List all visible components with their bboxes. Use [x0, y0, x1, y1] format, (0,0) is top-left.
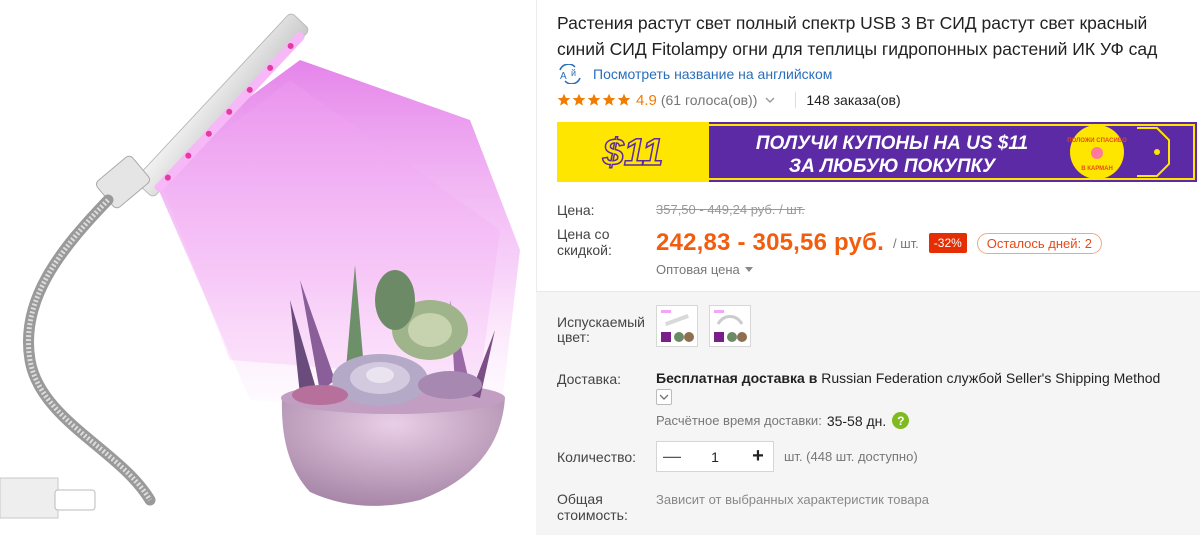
chevron-down-icon [659, 394, 669, 400]
shipping-destination[interactable]: Russian Federation [821, 370, 942, 386]
discount-badge: -32% [928, 233, 967, 253]
chevron-down-icon[interactable] [765, 95, 775, 105]
delivery-time-value: 35-58 дн. [826, 412, 887, 429]
product-info-panel: Растения растут свет полный спектр USB 3… [536, 0, 1200, 535]
total-label-1: Общая [557, 491, 603, 507]
discount-price: 242,83 - 305,56 руб. [656, 229, 884, 256]
translate-title-link[interactable]: Посмотреть название на английском [593, 66, 832, 82]
quantity-input[interactable] [687, 442, 743, 471]
coupon-line2: ЗА ЛЮБУЮ ПОКУПКУ [789, 156, 997, 177]
discount-price-label-2: скидкой: [557, 242, 612, 258]
discount-price-label-1: Цена со [557, 226, 610, 242]
rating-votes-link[interactable]: (61 голоса(ов)) [661, 92, 758, 108]
star-icon [602, 93, 616, 106]
color-swatch-1[interactable] [656, 305, 698, 347]
free-shipping-text: Бесплатная доставка в [656, 370, 818, 386]
coupon-badge-top: ПОЛОЖИ СПАСИБО [1067, 138, 1127, 144]
coupon-banner[interactable]: $11 ПОЛУЧИ КУПОНЫ НА US $11 ЗА ЛЮБУЮ ПОК… [557, 122, 1197, 182]
wholesale-price-toggle[interactable]: Оптовая цена [656, 262, 753, 277]
shipping-label: Доставка: [557, 371, 622, 387]
shipping-method[interactable]: Seller's Shipping Method [1006, 370, 1160, 386]
total-label-2: стоимость: [557, 507, 628, 523]
quantity-increase-button[interactable]: + [743, 442, 773, 471]
translate-row: A й Посмотреть название на английском [557, 64, 832, 84]
total-cost-note: Зависит от выбранных характеристик товар… [656, 492, 929, 507]
rating-separator [795, 92, 797, 108]
grow-light-illustration [0, 13, 520, 519]
coupon-line1: ПОЛУЧИ КУПОНЫ НА US $11 [756, 133, 1028, 154]
rating-score: 4.9 [636, 91, 657, 109]
coupon-badge-bottom: В КАРМАН [1081, 166, 1113, 172]
color-swatch-2[interactable] [709, 305, 751, 347]
rating-row: 4.9 (61 голоса(ов)) 148 заказа(ов) [557, 89, 901, 111]
price-label: Цена: [557, 202, 595, 218]
star-icon [587, 93, 601, 106]
delivery-time-label: Расчётное время доставки: [656, 413, 822, 428]
product-title: Растения растут свет полный спектр USB 3… [557, 13, 1158, 59]
star-icon [572, 93, 586, 106]
orders-count: 148 заказа(ов) [806, 92, 901, 108]
days-left-badge: Осталось дней: 2 [976, 232, 1103, 254]
shipping-dropdown-button[interactable] [656, 389, 672, 405]
translate-icon: A й [559, 64, 581, 84]
shipping-info: Бесплатная доставка в Russian Federation… [656, 370, 1160, 386]
quantity-available: шт. (448 шт. доступно) [784, 449, 918, 464]
shipping-by-text: службой [946, 370, 1002, 386]
price-unit: / шт. [893, 235, 919, 251]
help-icon[interactable]: ? [892, 412, 910, 429]
star-icon [557, 93, 571, 106]
wholesale-price-label: Оптовая цена [656, 262, 740, 277]
product-thumbnail-1 [659, 308, 695, 344]
piggy-bank-icon [1091, 147, 1103, 159]
product-thumbnail-2 [712, 308, 748, 344]
quantity-label: Количество: [557, 449, 637, 465]
coupon-amount: $11 [602, 132, 664, 174]
color-label-2: цвет: [557, 329, 590, 345]
svg-text:A: A [560, 71, 567, 82]
rating-stars [557, 93, 632, 107]
caret-down-icon [744, 267, 753, 272]
star-icon [617, 93, 631, 106]
discount-price-row: 242,83 - 305,56 руб. / шт. -32% Осталось… [656, 228, 1103, 258]
quantity-decrease-button[interactable]: — [657, 442, 687, 471]
quantity-stepper: — + [656, 441, 774, 472]
svg-text:й: й [571, 68, 576, 78]
original-price: 357,50 - 449,24 руб. / шт. [656, 202, 805, 217]
product-main-image[interactable] [0, 0, 536, 535]
delivery-time-row: Расчётное время доставки: 35-58 дн. ? [656, 412, 910, 429]
